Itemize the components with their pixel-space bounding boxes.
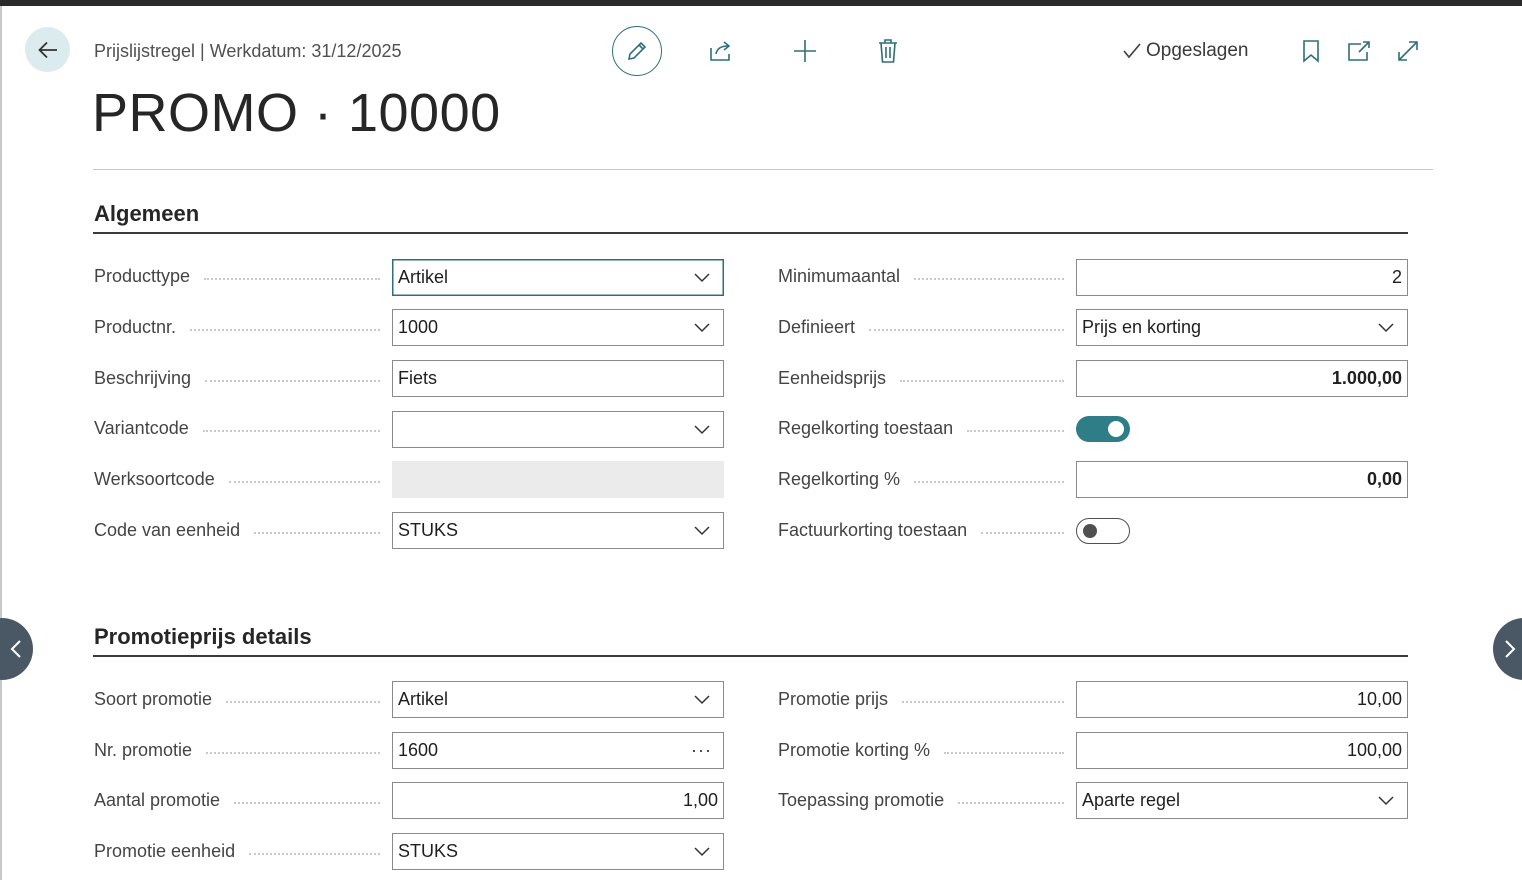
next-record-button[interactable] <box>1493 618 1522 680</box>
minimum-quantity-input[interactable]: 2 <box>1076 259 1408 296</box>
ellipsis-icon[interactable]: ··· <box>691 740 712 761</box>
checkmark-icon <box>1123 43 1141 59</box>
label-promotion-application: Toepassing promotie <box>778 790 1064 811</box>
label-promotion-discount-pct: Promotie korting % <box>778 740 1064 761</box>
allow-invoice-discount-toggle[interactable] <box>1076 518 1130 544</box>
previous-record-button[interactable] <box>0 618 33 680</box>
section-divider-general <box>93 232 1408 234</box>
label-promotion-price: Promotie prijs <box>778 689 1064 710</box>
expand-button[interactable] <box>1393 36 1423 66</box>
open-new-window-button[interactable] <box>1344 36 1374 66</box>
breadcrumb: Prijslijstregel | Werkdatum: 31/12/2025 <box>94 41 402 61</box>
label-product-no: Productnr. <box>94 317 380 338</box>
label-defines: Definieert <box>778 317 1064 338</box>
section-divider-promo <box>93 655 1408 657</box>
promotion-type-select[interactable]: Artikel <box>392 681 724 718</box>
bookmark-button[interactable] <box>1298 36 1324 66</box>
promotion-price-input[interactable]: 10,00 <box>1076 681 1408 718</box>
chevron-down-icon <box>690 519 714 543</box>
chevron-down-icon <box>690 418 714 442</box>
description-input[interactable]: Fiets <box>392 360 724 397</box>
promotion-no-lookup[interactable]: 1600 ··· <box>392 732 724 769</box>
back-arrow-icon <box>37 41 57 58</box>
label-promotion-type: Soort promotie <box>94 689 380 710</box>
label-allow-line-discount: Regelkorting toestaan <box>778 418 1064 439</box>
edit-button[interactable] <box>612 26 662 76</box>
variant-code-select[interactable] <box>392 411 724 448</box>
product-type-select[interactable]: Artikel <box>392 259 724 296</box>
chevron-down-icon <box>690 266 714 290</box>
open-new-window-icon <box>1348 41 1370 61</box>
unit-code-select[interactable]: STUKS <box>392 512 724 549</box>
label-allow-invoice-discount: Factuurkorting toestaan <box>778 520 1064 541</box>
label-unit-price: Eenheidsprijs <box>778 368 1064 389</box>
title-divider <box>93 169 1433 170</box>
chevron-left-icon <box>10 640 21 658</box>
chevron-right-icon <box>1505 640 1516 658</box>
work-type-code-field <box>392 461 724 498</box>
chevron-down-icon <box>1374 316 1398 340</box>
share-button[interactable] <box>706 36 736 66</box>
window-top-bar <box>0 0 1522 6</box>
label-unit-code: Code van eenheid <box>94 520 380 541</box>
label-promotion-quantity: Aantal promotie <box>94 790 380 811</box>
allow-line-discount-toggle[interactable] <box>1076 416 1130 442</box>
bookmark-icon <box>1303 40 1319 63</box>
delete-button[interactable] <box>873 36 903 66</box>
chevron-down-icon <box>1374 789 1398 813</box>
product-no-select[interactable]: 1000 <box>392 309 724 346</box>
new-button[interactable] <box>790 36 820 66</box>
promotion-unit-select[interactable]: STUKS <box>392 833 724 870</box>
chevron-down-icon <box>690 316 714 340</box>
unit-price-input[interactable]: 1.000,00 <box>1076 360 1408 397</box>
saved-status: Opgeslagen <box>1122 40 1248 62</box>
back-button[interactable] <box>25 27 70 72</box>
promotion-application-select[interactable]: Aparte regel <box>1076 782 1408 819</box>
promotion-quantity-input[interactable]: 1,00 <box>392 782 724 819</box>
plus-icon <box>794 40 816 62</box>
left-pane-edge <box>0 6 2 880</box>
defines-select[interactable]: Prijs en korting <box>1076 309 1408 346</box>
label-work-type-code: Werksoortcode <box>94 469 380 490</box>
section-title-promo: Promotieprijs details <box>94 624 312 649</box>
toggle-knob <box>1083 524 1097 538</box>
label-product-type: Producttype <box>94 266 380 287</box>
toggle-knob <box>1108 421 1124 437</box>
label-promotion-unit: Promotie eenheid <box>94 841 380 862</box>
share-icon <box>710 41 731 61</box>
label-line-discount-pct: Regelkorting % <box>778 469 1064 490</box>
label-minimum-quantity: Minimumaantal <box>778 266 1064 287</box>
chevron-down-icon <box>690 688 714 712</box>
saved-status-label: Opgeslagen <box>1146 40 1249 61</box>
trash-icon <box>879 39 897 63</box>
expand-icon <box>1398 41 1418 61</box>
line-discount-pct-input[interactable]: 0,00 <box>1076 461 1408 498</box>
pencil-icon <box>627 41 647 61</box>
label-variant-code: Variantcode <box>94 418 380 439</box>
chevron-down-icon <box>690 840 714 864</box>
section-title-general: Algemeen <box>94 201 200 226</box>
page-title: PROMO · 10000 <box>92 83 501 143</box>
label-promotion-no: Nr. promotie <box>94 740 380 761</box>
promotion-discount-pct-input[interactable]: 100,00 <box>1076 732 1408 769</box>
label-description: Beschrijving <box>94 368 380 389</box>
